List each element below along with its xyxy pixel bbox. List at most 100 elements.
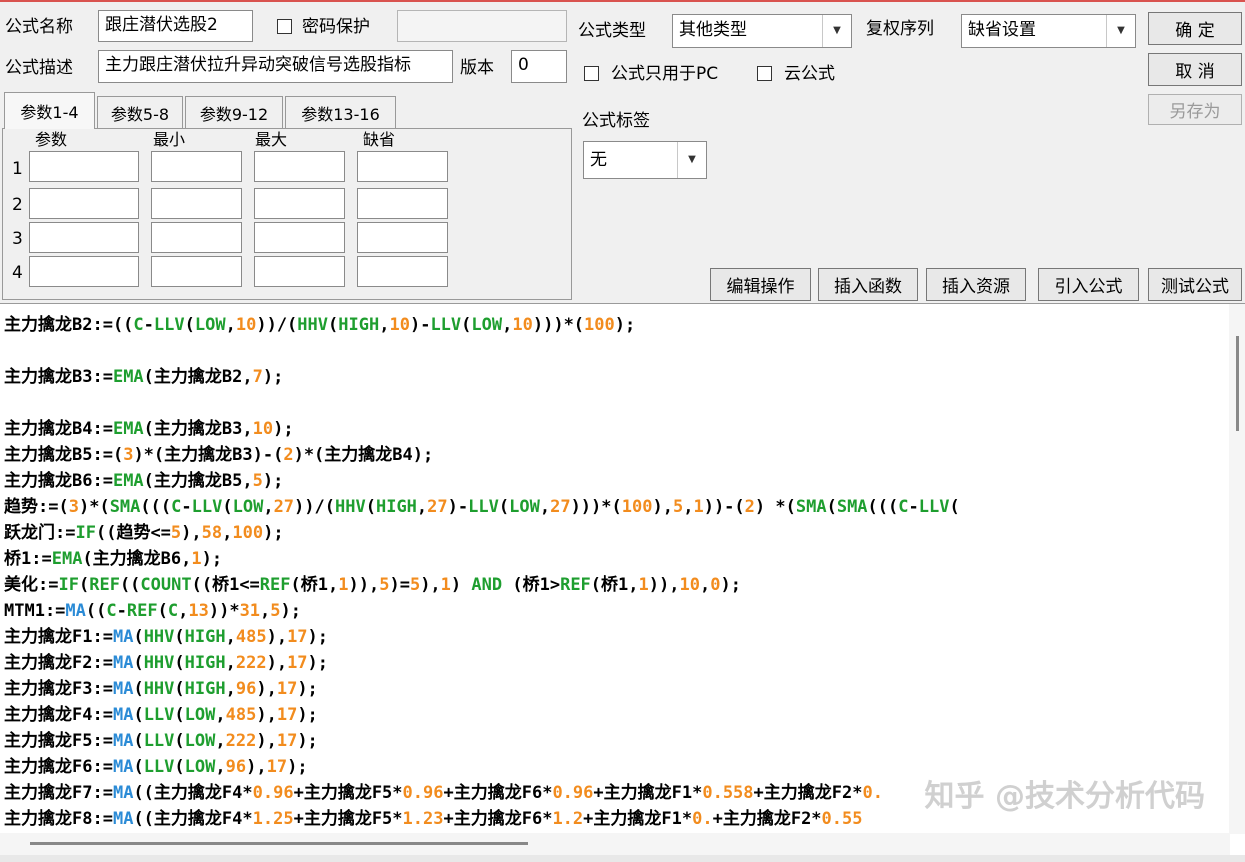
code-token: )- <box>447 497 469 517</box>
code-token: ); <box>280 601 302 621</box>
version-label: 版本 <box>460 58 494 78</box>
code-token: ); <box>273 419 294 439</box>
tab-params-5-8[interactable]: 参数5-8 <box>97 96 183 128</box>
chevron-down-icon[interactable]: ▼ <box>677 142 706 178</box>
code-text[interactable]: 主力擒龙B2:=((C-LLV(LOW,10))/(HHV(HIGH,10)-L… <box>4 312 1227 832</box>
code-token: ), <box>181 523 202 543</box>
code-token: (桥1, <box>290 575 339 595</box>
code-line[interactable]: 美化:=IF(REF((COUNT((桥1<=REF(桥1,1)),5)=5),… <box>4 572 1227 598</box>
code-token: MA <box>112 757 134 777</box>
code-line[interactable]: 主力擒龙F4:=MA(LLV(LOW,485),17); <box>4 702 1227 728</box>
param-header-default: 缺省 <box>363 130 396 149</box>
code-token: 222 <box>225 731 257 751</box>
vertical-scroll-thumb[interactable] <box>1236 336 1239 431</box>
param-name-input[interactable] <box>29 222 139 253</box>
code-token: ( <box>133 705 144 725</box>
code-line[interactable] <box>4 338 1227 364</box>
code-line[interactable]: 主力擒龙F3:=MA(HHV(HIGH,96),17); <box>4 676 1227 702</box>
ok-button[interactable]: 确 定 <box>1148 12 1242 45</box>
code-line[interactable]: 主力擒龙B3:=EMA(主力擒龙B2,7); <box>4 364 1227 390</box>
code-token: ), <box>652 497 673 517</box>
code-line[interactable]: 主力擒龙F6:=MA(LLV(LOW,96),17); <box>4 754 1227 780</box>
param-max-input[interactable] <box>254 256 345 287</box>
password-input[interactable] <box>397 10 567 42</box>
code-line[interactable]: 主力擒龙B5:=(3)*(主力擒龙B3)-(2)*(主力擒龙B4); <box>4 442 1227 468</box>
param-name-input[interactable] <box>29 151 139 182</box>
code-token: ( <box>133 731 144 751</box>
code-token: 1.23 <box>402 809 444 829</box>
param-name-input[interactable] <box>29 256 139 287</box>
code-line[interactable]: 跃龙门:=IF((趋势<=5),58,100); <box>4 520 1227 546</box>
edit-ops-button[interactable]: 编辑操作 <box>710 268 811 301</box>
param-min-input[interactable] <box>151 188 242 219</box>
code-line[interactable]: 趋势:=(3)*(SMA(((C-LLV(LOW,27))/(HHV(HIGH,… <box>4 494 1227 520</box>
code-line[interactable]: 桥1:=EMA(主力擒龙B6,1); <box>4 546 1227 572</box>
code-token: LOW <box>509 497 540 517</box>
rights-select[interactable]: 缺省设置 ▼ <box>961 14 1136 48</box>
save-as-button[interactable]: 另存为 <box>1148 94 1242 125</box>
formula-name-label: 公式名称 <box>5 17 73 37</box>
param-default-input[interactable] <box>357 256 448 287</box>
code-line[interactable]: 主力擒龙B4:=EMA(主力擒龙B3,10); <box>4 416 1227 442</box>
cancel-button[interactable]: 取 消 <box>1148 53 1242 86</box>
insert-resource-button[interactable]: 插入资源 <box>926 268 1026 301</box>
version-input[interactable]: 0 <box>511 50 567 83</box>
code-token: 主力擒龙F8:= <box>4 809 113 829</box>
formula-desc-input[interactable]: 主力跟庄潜伏拉升异动突破信号选股指标 <box>98 50 453 83</box>
code-token: ) <box>450 575 472 595</box>
code-token: 5 <box>252 471 263 491</box>
param-default-input[interactable] <box>357 188 448 219</box>
chevron-down-icon[interactable]: ▼ <box>822 15 851 47</box>
code-token: 主力擒龙F6:= <box>4 757 113 777</box>
code-line[interactable]: 主力擒龙B2:=((C-LLV(LOW,10))/(HHV(HIGH,10)-L… <box>4 312 1227 338</box>
code-line[interactable]: MTM1:=MA((C-REF(C,13))*31,5); <box>4 598 1227 624</box>
code-line[interactable]: 主力擒龙F8:=MA((主力擒龙F4*1.25+主力擒龙F5*1.23+主力擒龙… <box>4 806 1227 832</box>
horizontal-scrollbar[interactable] <box>0 833 1230 855</box>
code-token: MA <box>112 809 134 829</box>
code-token: ), <box>420 575 441 595</box>
param-max-input[interactable] <box>254 151 345 182</box>
param-default-input[interactable] <box>357 222 448 253</box>
code-line[interactable]: 主力擒龙B6:=EMA(主力擒龙B5,5); <box>4 468 1227 494</box>
code-line[interactable]: 主力擒龙F5:=MA(LLV(LOW,222),17); <box>4 728 1227 754</box>
code-token: 跃龙门:= <box>4 523 76 543</box>
param-min-input[interactable] <box>151 151 242 182</box>
code-token: +主力擒龙F2* <box>712 809 822 829</box>
chevron-down-icon[interactable]: ▼ <box>1106 15 1135 47</box>
tab-params-13-16[interactable]: 参数13-16 <box>285 96 396 128</box>
code-token: ( <box>78 575 90 595</box>
code-token: 17 <box>287 653 308 673</box>
code-line[interactable]: 主力擒龙F2:=MA(HHV(HIGH,222),17); <box>4 650 1227 676</box>
horizontal-scroll-thumb[interactable] <box>30 842 528 845</box>
code-editor[interactable]: 主力擒龙B2:=((C-LLV(LOW,10))/(HHV(HIGH,10)-L… <box>0 303 1245 855</box>
param-max-input[interactable] <box>254 222 345 253</box>
code-token: 主力擒龙F7:= <box>4 783 113 803</box>
code-token: HHV <box>143 627 175 647</box>
tab-params-9-12[interactable]: 参数9-12 <box>185 96 283 128</box>
password-checkbox[interactable] <box>277 19 292 34</box>
test-formula-button[interactable]: 测试公式 <box>1148 268 1242 301</box>
tag-select[interactable]: 无 ▼ <box>583 141 707 179</box>
code-line[interactable]: 主力擒龙F7:=MA((主力擒龙F4*0.96+主力擒龙F5*0.96+主力擒龙… <box>4 780 1227 806</box>
code-token: 17 <box>266 757 288 777</box>
cloud-checkbox[interactable] <box>757 66 772 81</box>
pc-only-checkbox[interactable] <box>584 66 599 81</box>
param-name-input[interactable] <box>29 188 139 219</box>
code-token: SMA <box>109 497 141 517</box>
insert-function-button[interactable]: 插入函数 <box>818 268 918 301</box>
formula-name-input[interactable]: 跟庄潜伏选股2 <box>98 10 253 42</box>
import-formula-button[interactable]: 引入公式 <box>1038 268 1139 301</box>
code-token: ); <box>614 315 636 335</box>
param-max-input[interactable] <box>254 188 345 219</box>
code-token: 27 <box>550 497 571 517</box>
param-default-input[interactable] <box>357 151 448 182</box>
code-line[interactable] <box>4 390 1227 416</box>
code-token: COUNT <box>140 575 192 595</box>
tab-params-1-4[interactable]: 参数1-4 <box>4 92 95 129</box>
vertical-scrollbar[interactable] <box>1229 304 1245 834</box>
param-min-input[interactable] <box>151 222 242 253</box>
code-token: ((主力擒龙F4* <box>133 809 253 829</box>
formula-type-select[interactable]: 其他类型 ▼ <box>672 14 852 48</box>
code-line[interactable]: 主力擒龙F1:=MA(HHV(HIGH,485),17); <box>4 624 1227 650</box>
param-min-input[interactable] <box>151 256 242 287</box>
